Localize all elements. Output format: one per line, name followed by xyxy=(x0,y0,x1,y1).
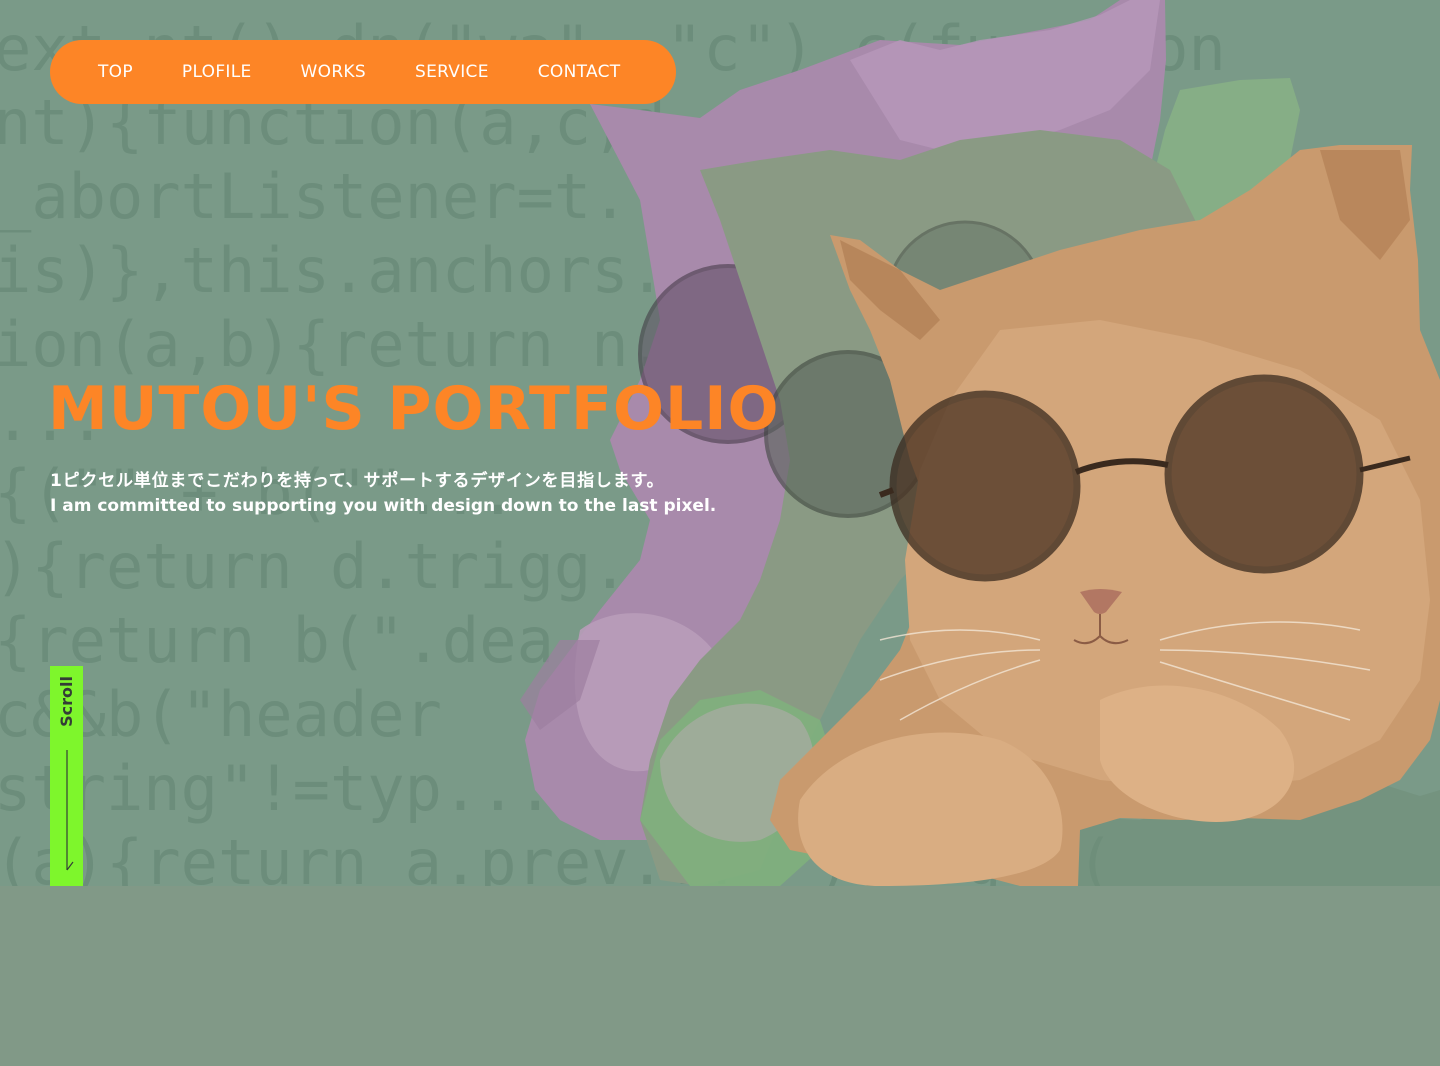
subtitle-english: I am committed to supporting you with de… xyxy=(50,496,717,516)
scroll-indicator[interactable]: Scroll xyxy=(50,666,83,886)
global-nav: TOP PLOFILE WORKS SERVICE CONTACT xyxy=(50,40,676,104)
hero-section: ext,nt(),dn("wa", "c"),c(function nt){fu… xyxy=(0,0,1440,886)
subtitle-japanese: 1ピクセル単位までこだわりを持って、サポートするデザインを目指します。 xyxy=(50,471,665,491)
nav-top[interactable]: TOP xyxy=(98,62,133,82)
page-title: MUTOU'S PORTFOLIO xyxy=(48,374,780,444)
nav-contact[interactable]: CONTACT xyxy=(538,62,621,82)
arrow-down-icon xyxy=(66,750,74,871)
nav-service[interactable]: SERVICE xyxy=(415,62,489,82)
nav-works[interactable]: WORKS xyxy=(301,62,366,82)
scroll-label: Scroll xyxy=(57,675,77,727)
nav-profile[interactable]: PLOFILE xyxy=(182,62,252,82)
scroll-label-wrapper: Scroll xyxy=(50,666,83,736)
